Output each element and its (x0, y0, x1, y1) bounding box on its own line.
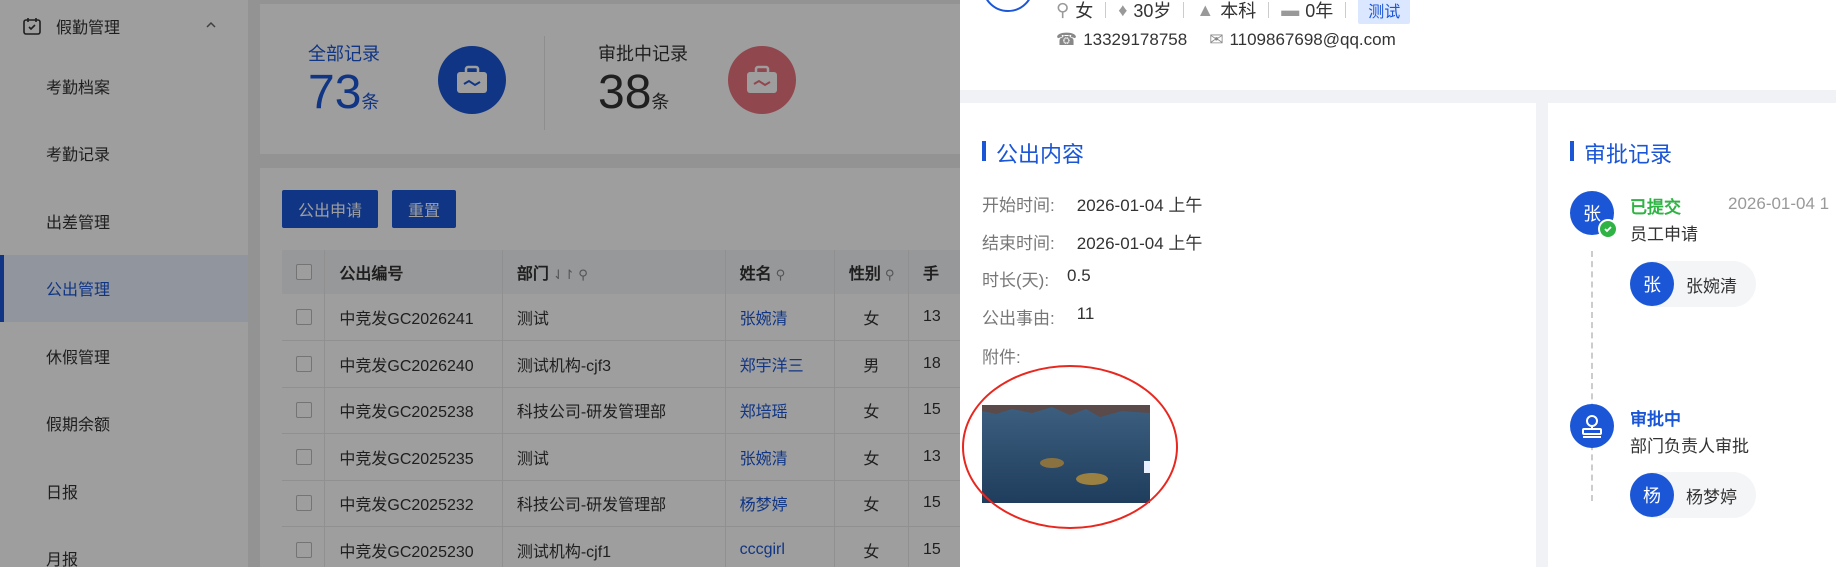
graduation-cap-icon: ▲ (1196, 0, 1215, 20)
approver-chip: 杨 杨梦婷 (1630, 472, 1756, 518)
phone-icon: ☎ (1056, 30, 1078, 49)
field-value: 11 (1076, 304, 1095, 323)
mail-icon: ✉ (1209, 30, 1224, 49)
divider (1183, 2, 1185, 18)
profile-header: ⚲ 女 ♦ 30岁 ▲ 本科 ▬ 0年 测试 ☎ 13329178758 ✉ 1109867… (960, 0, 1836, 90)
approver-name: 张婉清 (1686, 276, 1737, 296)
profile-email: 1109867698@qq.com (1229, 30, 1396, 49)
profile-gender: 女 (1075, 1, 1094, 21)
approver-name: 杨梦婷 (1686, 487, 1737, 507)
approver-avatar: 张 (1630, 262, 1674, 306)
highlight-circle (962, 365, 1178, 529)
drawer-mask[interactable] (0, 0, 960, 567)
approver-avatar: 杨 (1630, 473, 1674, 517)
location-pin-icon: ♦ (1118, 0, 1128, 20)
divider (1268, 2, 1270, 18)
field-label: 时长(天): (982, 271, 1050, 290)
field-reason: 公出事由: 11 (982, 304, 1094, 329)
profile-info-row: ⚲ 女 ♦ 30岁 ▲ 本科 ▬ 0年 测试 (1056, 0, 1411, 24)
profile-age: 30岁 (1133, 1, 1172, 21)
timeline-connector (1591, 251, 1593, 501)
stamp-icon (1570, 404, 1614, 448)
field-label: 公出事由: (982, 309, 1055, 328)
step-status: 已提交 (1630, 198, 1681, 217)
profile-phone: 13329178758 (1083, 30, 1188, 49)
gender-icon: ⚲ (1056, 0, 1070, 20)
content-panel: 公出内容 开始时间: 2026-01-04 上午 结束时间: 2026-01-04 … (960, 103, 1536, 567)
divider (1105, 2, 1107, 18)
step-status: 审批中 (1630, 410, 1681, 429)
field-value: 2026-01-04 上午 (1076, 196, 1203, 215)
field-end-time: 结束时间: 2026-01-04 上午 (982, 229, 1202, 254)
detail-drawer: ⚲ 女 ♦ 30岁 ▲ 本科 ▬ 0年 测试 ☎ 13329178758 ✉ 1109867… (960, 0, 1836, 567)
profile-tag: 测试 (1358, 0, 1411, 24)
approval-panel: 审批记录 张 已提交 2026-01-04 1 员工申请 张 张婉清 审批中 部… (1548, 103, 1836, 567)
divider (1345, 2, 1347, 18)
check-icon (1598, 219, 1618, 239)
approver-chip: 张 张婉清 (1630, 261, 1756, 307)
briefcase-icon: ▬ (1281, 0, 1300, 20)
field-label: 附件: (982, 348, 1021, 367)
field-label: 开始时间: (982, 196, 1055, 215)
field-label: 结束时间: (982, 234, 1055, 253)
step-date: 2026-01-04 1 (1728, 194, 1830, 213)
field-attachment: 附件: (982, 343, 1021, 368)
profile-education: 本科 (1220, 1, 1257, 21)
field-duration: 时长(天): 0.5 (982, 266, 1091, 291)
section-title: 公出内容 (982, 137, 1084, 169)
step-desc: 员工申请 (1630, 225, 1698, 244)
avatar (982, 0, 1034, 12)
field-value: 0.5 (1067, 266, 1091, 285)
section-title: 审批记录 (1570, 137, 1672, 169)
field-start-time: 开始时间: 2026-01-04 上午 (982, 191, 1202, 216)
profile-contact-row: ☎ 13329178758 ✉ 1109867698@qq.com (1056, 30, 1396, 50)
profile-tenure: 0年 (1305, 1, 1334, 21)
step-desc: 部门负责人审批 (1630, 437, 1749, 456)
field-value: 2026-01-04 上午 (1076, 234, 1203, 253)
